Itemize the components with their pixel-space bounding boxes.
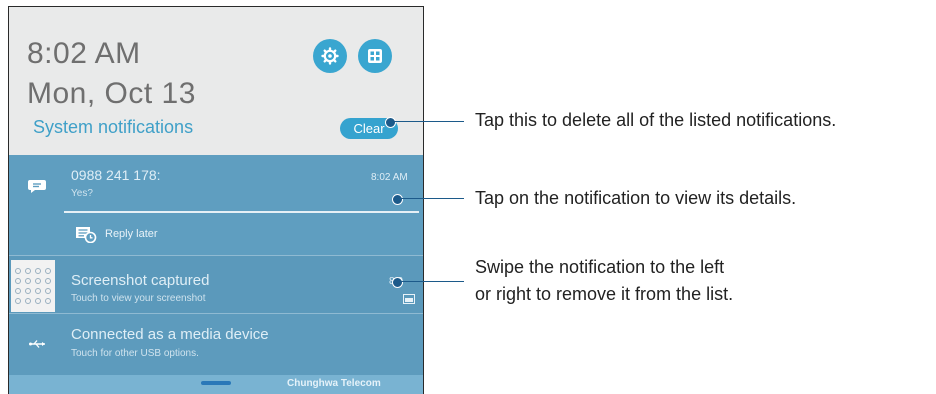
notification-subtitle: Touch for other USB options. bbox=[71, 348, 199, 359]
notification-panel: 8:02 AM Mon, Oct 13 System notifications bbox=[8, 6, 424, 394]
clock-date: Mon, Oct 13 bbox=[27, 77, 196, 110]
callout-swipe-line1: Swipe the notification to the left bbox=[475, 257, 725, 277]
message-notification[interactable]: 0988 241 178: Yes? 8:02 AM Reply later bbox=[9, 155, 423, 255]
notification-subtitle: Touch to view your screenshot bbox=[71, 293, 206, 304]
callout-swipe-line2: or right to remove it from the list. bbox=[475, 284, 734, 304]
screenshot-thumbnail bbox=[11, 260, 55, 312]
notification-list: 0988 241 178: Yes? 8:02 AM Reply later S… bbox=[9, 155, 423, 394]
notification-time: 8:02 AM bbox=[371, 172, 408, 183]
settings-button[interactable] bbox=[313, 39, 347, 73]
callout-line bbox=[401, 281, 464, 282]
drag-handle[interactable] bbox=[201, 381, 231, 385]
callout-details: Tap on the notification to view its deta… bbox=[475, 188, 797, 208]
notification-subtitle: Yes? bbox=[71, 188, 93, 199]
screen: 8:02 AM Mon, Oct 13 System notifications bbox=[0, 0, 936, 394]
callout-line bbox=[394, 121, 464, 122]
gear-icon bbox=[321, 47, 339, 65]
section-title: System notifications bbox=[33, 117, 194, 137]
reply-later-button[interactable]: Reply later bbox=[75, 225, 158, 243]
callout-line bbox=[401, 198, 464, 199]
usb-icon bbox=[29, 340, 45, 348]
usb-notification[interactable]: Connected as a media device Touch for ot… bbox=[9, 313, 423, 376]
clock-time: 8:02 AM bbox=[27, 37, 141, 70]
callout-marker bbox=[392, 194, 403, 205]
quick-settings-button[interactable] bbox=[358, 39, 392, 73]
carrier-name: Chunghwa Telecom bbox=[287, 378, 381, 389]
divider bbox=[64, 211, 419, 213]
callout-marker bbox=[392, 277, 403, 288]
reply-later-icon bbox=[76, 227, 97, 243]
notification-header: 8:02 AM Mon, Oct 13 System notifications bbox=[9, 7, 423, 155]
notification-title: Screenshot captured bbox=[71, 272, 210, 289]
callout-clear: Tap this to delete all of the listed not… bbox=[475, 110, 837, 130]
reply-later-label: Reply later bbox=[105, 228, 158, 240]
quick-settings-icon bbox=[368, 49, 382, 63]
notification-title: 0988 241 178: bbox=[71, 167, 161, 183]
callout-marker bbox=[385, 117, 396, 128]
notification-title: Connected as a media device bbox=[71, 326, 269, 343]
image-icon bbox=[403, 294, 415, 304]
bottom-bar: Chunghwa Telecom bbox=[9, 375, 423, 394]
message-icon bbox=[28, 180, 46, 193]
screenshot-notification[interactable]: Screenshot captured Touch to view your s… bbox=[9, 255, 423, 314]
